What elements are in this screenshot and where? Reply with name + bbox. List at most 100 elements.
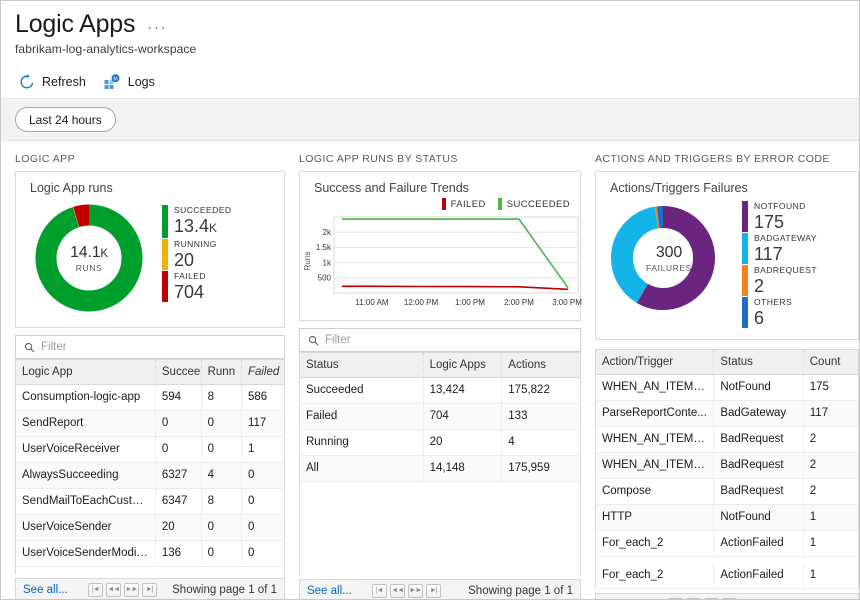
legend-item-badrequest[interactable]: BADREQUEST 2 [742,265,817,296]
cell-running: 0 [201,410,241,436]
more-options-icon[interactable]: ··· [147,19,167,36]
cell-failed: 586 [241,384,284,410]
legend-item-succeeded[interactable]: SUCCEEDED [498,198,570,210]
cell-status: NotFound [714,374,803,400]
table-row[interactable]: UserVoiceSender2000 [16,514,285,540]
pager-controls: |◄ ◄◄ ►► ►| [88,583,157,597]
table-row[interactable]: WHEN_AN_ITEM_...BadRequest2 [595,452,858,478]
column-error-codes: ACTIONS AND TRIGGERS BY ERROR CODE Actio… [581,153,859,600]
y-tick-1k: 1k [323,258,332,267]
cell-failed: 0 [241,462,284,488]
table-row[interactable]: Succeeded13,424175,822 [299,377,580,403]
pager-last-button[interactable]: ►| [426,584,441,598]
tile-title-failures: Actions/Triggers Failures [596,172,858,197]
table-row[interactable]: For_each_2ActionFailed1 [595,530,858,556]
legend-failures: NOTFOUND 175 BADGATEWAY 117 [742,201,817,329]
pager-first-button[interactable]: |◄ [88,583,103,597]
legend-item-notfound[interactable]: NOTFOUND 175 [742,201,817,232]
pager-next-button[interactable]: ►► [124,583,139,597]
table-row[interactable]: UserVoiceSenderModifier13600 [16,540,285,566]
col-header-succeeded[interactable]: Succee [155,360,201,384]
refresh-button[interactable]: Refresh [19,74,86,90]
cell-action-trigger: WHEN_AN_ITEM_... [595,426,713,452]
cell-app-name: UserVoiceSender [16,514,156,540]
table-row[interactable]: All14,148175,959 [299,455,580,481]
legend-item-succeeded[interactable]: SUCCEEDED 13.4K [162,205,231,238]
status-grid-body: Succeeded13,424175,822 Failed704133 Runn… [299,377,580,481]
see-all-link[interactable]: See all... [23,584,68,596]
legend-swatch-failed [162,271,168,302]
col-header-running[interactable]: Runn [201,360,241,384]
col-header-logic-app[interactable]: Logic App [16,360,156,384]
tile-title-logic-app-runs: Logic App runs [16,172,284,197]
cell-actions: 175,822 [502,377,581,403]
pagination-status: See all... |◄ ◄◄ ►► ►| Showing page 1 of… [299,579,581,600]
table-row[interactable]: UserVoiceReceiver001 [16,436,285,462]
col-header-action-trigger[interactable]: Action/Trigger [595,350,713,374]
col-header-failed[interactable]: Failed [241,360,284,384]
tile-success-failure-trends: Success and Failure Trends FAILED SUCCEE… [299,171,581,321]
table-row[interactable]: SendMailToEachCustomer634780 [16,488,285,514]
legend-value-notfound: 175 [754,212,806,232]
pagination-logic-app: See all... |◄ ◄◄ ►► ►| Showing page 1 of… [15,578,285,600]
pager-first-button[interactable]: |◄ [372,584,387,598]
legend-swatch-notfound [742,201,748,232]
legend-logic-app-runs: SUCCEEDED 13.4K RUNNING 20 [162,205,231,303]
col-header-actions[interactable]: Actions [502,353,581,377]
tile-actions-triggers-failures: Actions/Triggers Failures [595,171,859,340]
legend-item-failed[interactable]: FAILED [442,198,486,210]
runs-grid-body: Consumption-logic-app5948586 SendReport0… [16,384,285,566]
table-row[interactable]: For_each_2ActionFailed1 [595,563,858,589]
table-row[interactable]: SendReport00117 [16,410,285,436]
table-row[interactable]: WHEN_AN_ITEM_...NotFound175 [595,374,858,400]
donut-failures[interactable]: 300 FAILURES [604,199,734,317]
table-error-codes: Action/Trigger Status Count WHEN_AN_ITEM… [595,349,859,589]
time-range-pill[interactable]: Last 24 hours [15,107,116,132]
cell-status: NotFound [714,504,803,530]
pager-prev-button[interactable]: ◄◄ [390,584,405,598]
col-header-count[interactable]: Count [803,350,858,374]
col-header-logic-apps[interactable]: Logic Apps [423,353,502,377]
legend-item-others[interactable]: OTHERS 6 [742,297,817,328]
donut-runs[interactable]: 14.1K RUNS [24,199,154,317]
table-row[interactable]: Consumption-logic-app5948586 [16,384,285,410]
table-row[interactable]: HTTPNotFound1 [595,504,858,530]
filter-input-logic-app[interactable]: Filter [15,335,285,359]
see-all-link[interactable]: See all... [307,585,352,597]
y-tick-2k: 2k [323,228,332,237]
col-header-status[interactable]: Status [299,353,423,377]
legend-value-succeeded: 13.4K [174,216,231,238]
legend-item-failed[interactable]: FAILED 704 [162,271,231,302]
cell-action-trigger: WHEN_AN_ITEM_... [595,374,713,400]
col-header-status[interactable]: Status [714,350,803,374]
cell-app-name: SendMailToEachCustomer [16,488,156,514]
pager-last-button[interactable]: ►| [142,583,157,597]
command-bar: Refresh M Logs [1,65,859,99]
logs-button[interactable]: M Logs [104,74,155,90]
cell-count: 175 [803,374,858,400]
title-row: Logic Apps ··· [15,9,859,39]
pager-prev-button[interactable]: ◄◄ [106,583,121,597]
x-tick-100: 1:00 PM [455,298,485,307]
grid-bottom-gap [299,482,581,575]
table-row[interactable]: Failed704133 [299,403,580,429]
pagination-status: Showing page 1 of 1 [172,584,277,596]
table-row[interactable]: AlwaysSucceeding632740 [16,462,285,488]
pager-controls: |◄ ◄◄ ►► ►| [372,584,441,598]
trends-plot[interactable]: Runs 500 1k 1.5k 2k 11:00 AM 12:00 PM 1:… [302,213,582,311]
cell-count: 1 [803,530,858,556]
legend-item-running[interactable]: RUNNING 20 [162,239,231,270]
x-tick-1100: 11:00 AM [355,298,389,307]
legend-item-badgateway[interactable]: BADGATEWAY 117 [742,233,817,264]
filter-input-status[interactable]: Filter [299,328,581,352]
cell-status: Failed [299,403,423,429]
cell-succeeded: 0 [155,436,201,462]
table-row[interactable]: WHEN_AN_ITEM_...BadRequest2 [595,426,858,452]
table-row[interactable]: Running204 [299,429,580,455]
pager-next-button[interactable]: ►► [408,584,423,598]
table-logic-app-runs: Logic App Succee Runn Failed Consumption… [15,359,285,574]
table-row[interactable]: ParseReportConte...BadGateway117 [595,400,858,426]
cell-running: 8 [201,488,241,514]
table-row[interactable]: ComposeBadRequest2 [595,478,858,504]
cell-action-trigger: HTTP [595,504,713,530]
